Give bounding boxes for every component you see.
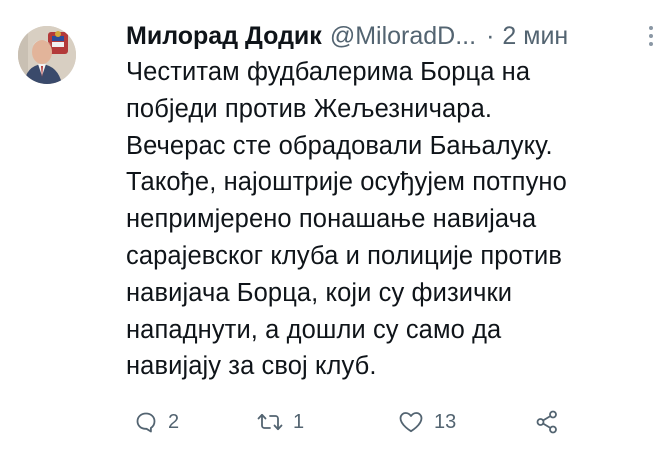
heart-icon	[399, 412, 423, 433]
share-button[interactable]	[534, 404, 560, 440]
tweet-text-line: непримјерено понашање навијача	[126, 205, 537, 234]
tweet-actions: 2 1 13	[126, 404, 566, 440]
reply-icon	[136, 412, 156, 433]
like-count: 13	[434, 410, 457, 433]
reply-count: 2	[168, 410, 180, 433]
like-button[interactable]: 13	[398, 404, 456, 440]
tweet-text-line: Вечерас сте обрадовали Бањалуку.	[126, 131, 553, 160]
tweet-header: Милорад Додик @MiloradD... · 2 мин	[126, 18, 656, 54]
tweet-text-line: нападнути, а дошли су само да	[126, 315, 502, 344]
retweet-count: 1	[293, 410, 305, 433]
tweet-text-line: сарајевског клуба и полиције против	[126, 241, 563, 270]
more-options-icon[interactable]	[646, 26, 656, 50]
tweet-text-line: навијају за свој клуб.	[126, 352, 377, 381]
author-display-name[interactable]: Милорад Додик	[126, 18, 322, 54]
tweet-text-line: побједи против Жељезничара.	[126, 94, 493, 123]
tweet-text-line: навијача Борца, који су физички	[126, 278, 513, 307]
tweet-timestamp[interactable]: 2 мин	[502, 18, 568, 54]
retweet-button[interactable]: 1	[257, 404, 304, 440]
reply-button[interactable]: 2	[134, 404, 179, 440]
tweet[interactable]: Милорад Додик @MiloradD... · 2 мин Чести…	[0, 0, 670, 452]
tweet-text-line: Честитам фудбалерима Борца на	[126, 58, 531, 86]
retweet-icon	[257, 413, 283, 431]
author-handle[interactable]: @MiloradD...	[330, 18, 476, 54]
avatar-photo-icon	[18, 26, 76, 84]
header-separator: ·	[486, 22, 495, 50]
tweet-text: Честитам фудбалерима Борца на побједи пр…	[126, 54, 656, 385]
tweet-text-line: Такође, најоштрије осуђујем потпуно	[126, 168, 567, 197]
share-icon	[536, 410, 557, 434]
author-avatar[interactable]	[18, 26, 76, 84]
